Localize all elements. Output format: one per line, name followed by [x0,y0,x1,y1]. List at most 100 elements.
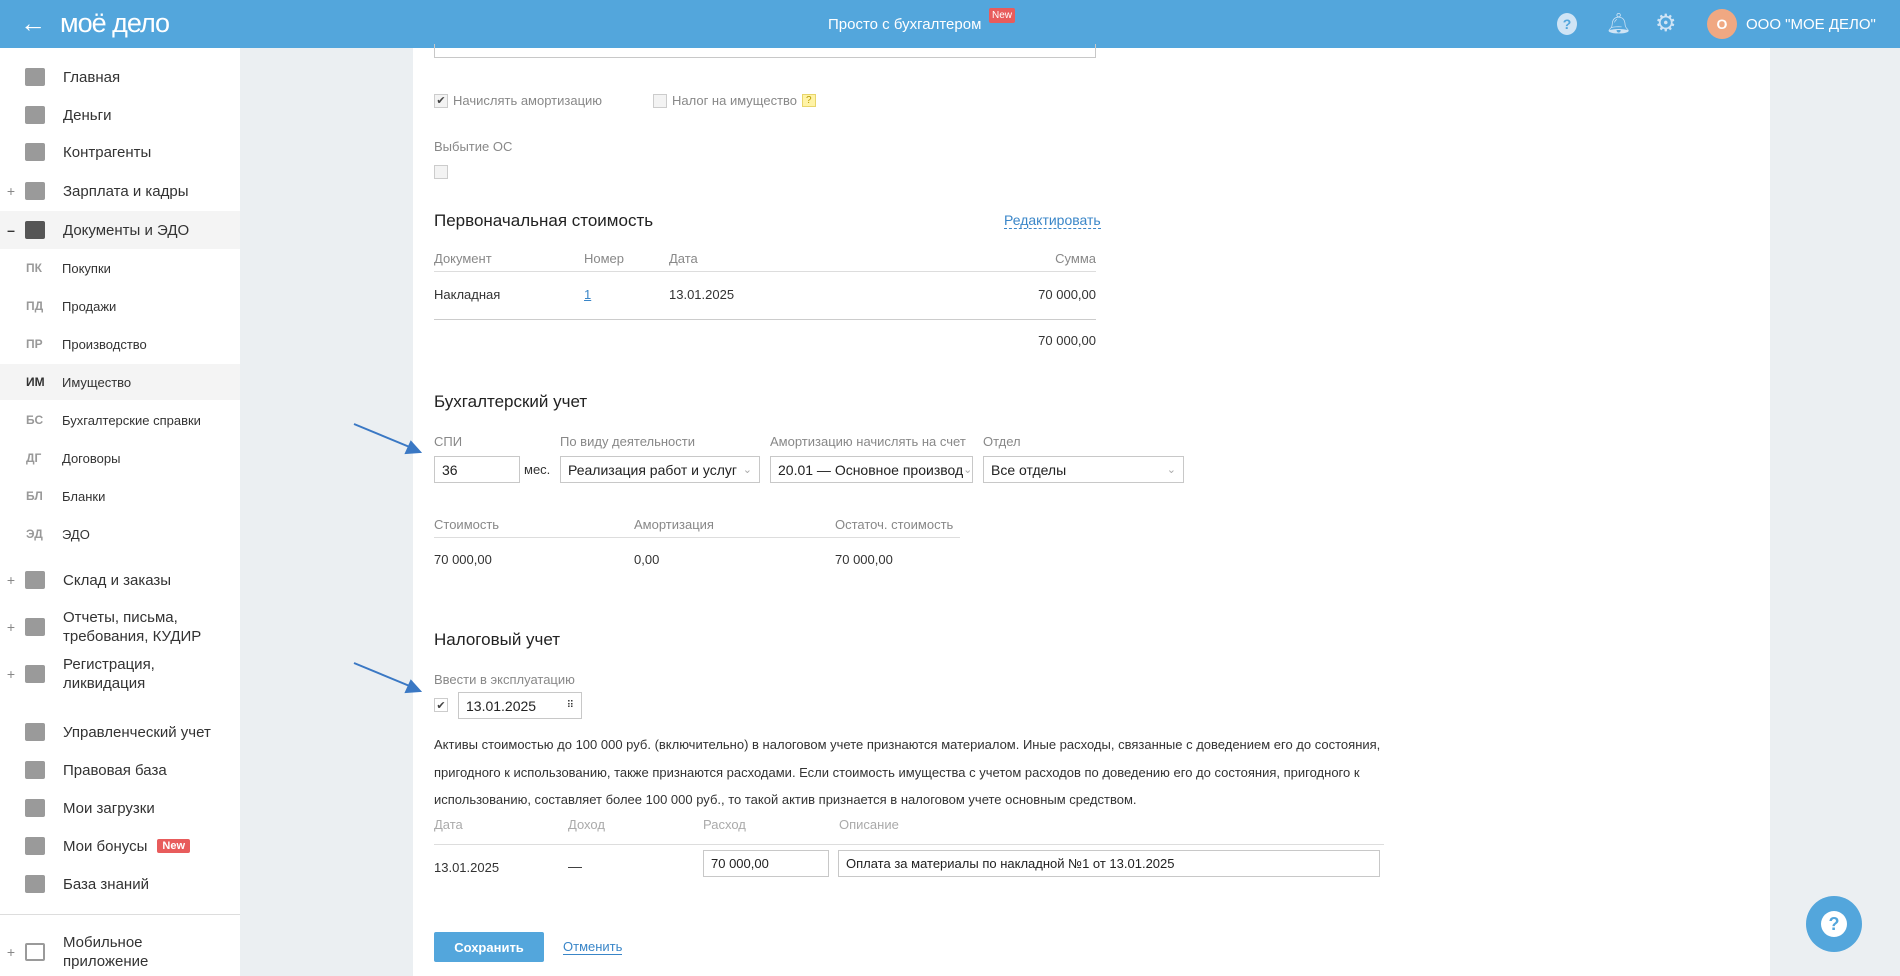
sidebar-sub-references[interactable]: БС Бухгалтерские справки [0,402,240,438]
cell-sum: 70 000,00 [1038,287,1096,302]
logo[interactable]: моё дело [60,8,170,39]
sidebar-item-home[interactable]: Главная [0,64,240,90]
calendar-icon[interactable]: ⠿ [567,700,574,711]
col-header: Доход [568,817,605,832]
sidebar-item-mobile[interactable]: + Мобильное приложение [0,931,240,973]
folder-icon [25,799,45,817]
depreciation-checkbox[interactable]: ✔ Начислять амортизацию [434,93,602,108]
col-header: Стоимость [434,517,500,532]
account-label: Амортизацию начислять на счет [770,434,966,449]
sidebar-sub-sales[interactable]: ПД Продажи [0,288,240,324]
sidebar-sub-purchases[interactable]: ПК Покупки [0,250,240,286]
save-button[interactable]: Сохранить [434,932,544,962]
col-header: Дата [434,817,463,832]
folder-icon [25,221,45,239]
spi-input[interactable]: 36 [434,456,520,483]
sidebar-item-salary[interactable]: + Зарплата и кадры [0,178,240,204]
bell-icon[interactable]: 🔔︎ [1606,11,1631,36]
spi-unit: мес. [524,462,551,477]
tax-title: Налоговый учет [434,630,561,649]
residual-value: 70 000,00 [835,552,893,567]
divider [434,537,960,538]
commission-label: Ввести в эксплуатацию [434,672,575,687]
sidebar-item-money[interactable]: Деньги [0,102,240,128]
sidebar-sub-contracts[interactable]: ДГ Договоры [0,440,240,476]
money-icon [25,106,45,124]
back-arrow-icon[interactable]: ← [20,8,46,39]
sidebar-sub-property[interactable]: ИМ Имущество [0,364,240,400]
sidebar-item-contractors[interactable]: Контрагенты [0,139,240,165]
dept-select[interactable]: Все отделы ⌄ [983,456,1184,483]
divider [0,914,240,915]
annotation-arrows [353,423,423,694]
sidebar-item-registration[interactable]: + Регистрация, ликвидация [0,653,240,695]
col-header: Документ [434,251,492,266]
new-badge: New [157,839,191,853]
question-icon: ? [1821,911,1847,937]
sidebar-item-reports[interactable]: + Отчеты, письма, требования, КУДИР [0,606,240,648]
arrowhead-icon [404,679,423,694]
main-panel [413,48,1770,976]
divider [434,319,1096,320]
tax-row-date: 13.01.2025 [434,860,500,875]
arrow-icon [353,423,413,449]
sidebar-sub-edo[interactable]: ЭД ЭДО [0,516,240,552]
help-float-button[interactable]: ? [1806,896,1862,952]
sidebar-item-documents[interactable]: – Документы и ЭДО [0,211,240,249]
checkbox[interactable] [653,93,667,108]
disposal-checkbox[interactable] [434,165,448,179]
center-title-link[interactable]: Просто с бухгалтером [828,16,981,33]
help-hint-icon[interactable]: ? [802,94,816,107]
gear-icon[interactable]: ⚙ [1655,9,1677,38]
sidebar-item-warehouse[interactable]: + Склад и заказы [0,567,240,593]
initial-cost-title: Первоначальная стоимость [434,211,654,230]
checkbox-checked[interactable]: ✔ [434,93,448,108]
gift-icon [25,837,45,855]
divider [434,271,1096,272]
tax-row-income: — [568,858,582,874]
warehouse-icon [25,571,45,589]
expense-input[interactable]: 70 000,00 [703,850,829,877]
sidebar-sub-production[interactable]: ПР Производство [0,326,240,362]
ruble-icon [25,723,45,741]
sidebar-item-management[interactable]: Управленческий учет [0,719,240,745]
col-header: Дата [669,251,698,266]
new-badge: New [989,8,1016,23]
cell-document: Накладная [434,287,501,302]
edit-link[interactable]: Редактировать [1004,212,1101,229]
commission-checkbox[interactable]: ✔ [434,698,448,712]
comment-textarea[interactable] [434,44,1096,58]
registration-icon [25,665,45,683]
sidebar-sub-forms[interactable]: БЛ Бланки [0,478,240,514]
mobile-icon [25,943,45,961]
col-header: Описание [839,817,899,832]
sidebar-item-bonuses[interactable]: Мои бонусы New [0,833,240,859]
document-number-link[interactable]: 1 [584,287,591,302]
description-input[interactable]: Оплата за материалы по накладной №1 от 1… [838,850,1380,877]
sidebar: Главная Деньги Контрагенты + Зарплата и к… [0,48,240,976]
sidebar-item-knowledge[interactable]: База знаний [0,871,240,897]
commission-date-input[interactable]: 13.01.2025 ⠿ [458,692,582,719]
dept-label: Отдел [983,434,1021,449]
cancel-link[interactable]: Отменить [563,939,623,955]
chevron-down-icon: ⌄ [963,464,973,476]
help-icon[interactable]: ? [1557,13,1577,35]
arrow-icon [353,662,413,688]
cell-date: 13.01.2025 [669,287,735,302]
col-header: Сумма [1055,251,1096,266]
arrowhead-icon [404,440,423,455]
property-tax-checkbox[interactable]: Налог на имущество? [653,93,816,108]
sidebar-item-uploads[interactable]: Мои загрузки [0,795,240,821]
tax-notice: Активы стоимостью до 100 000 руб. (включ… [434,737,1381,807]
avatar[interactable]: О [1707,9,1737,39]
salary-icon [25,182,45,200]
activity-select[interactable]: Реализация работ и услуг ⌄ [560,456,760,483]
sidebar-item-legal[interactable]: Правовая база [0,757,240,783]
total-sum: 70 000,00 [1038,333,1096,348]
account-select[interactable]: 20.01 — Основное производ ⌄ [770,456,973,483]
depreciation-value: 0,00 [634,552,660,567]
company-name[interactable]: ООО "МОЕ ДЕЛО" [1746,16,1876,33]
home-icon [25,68,45,86]
activity-label: По виду деятельности [560,434,695,449]
cost-value: 70 000,00 [434,552,492,567]
